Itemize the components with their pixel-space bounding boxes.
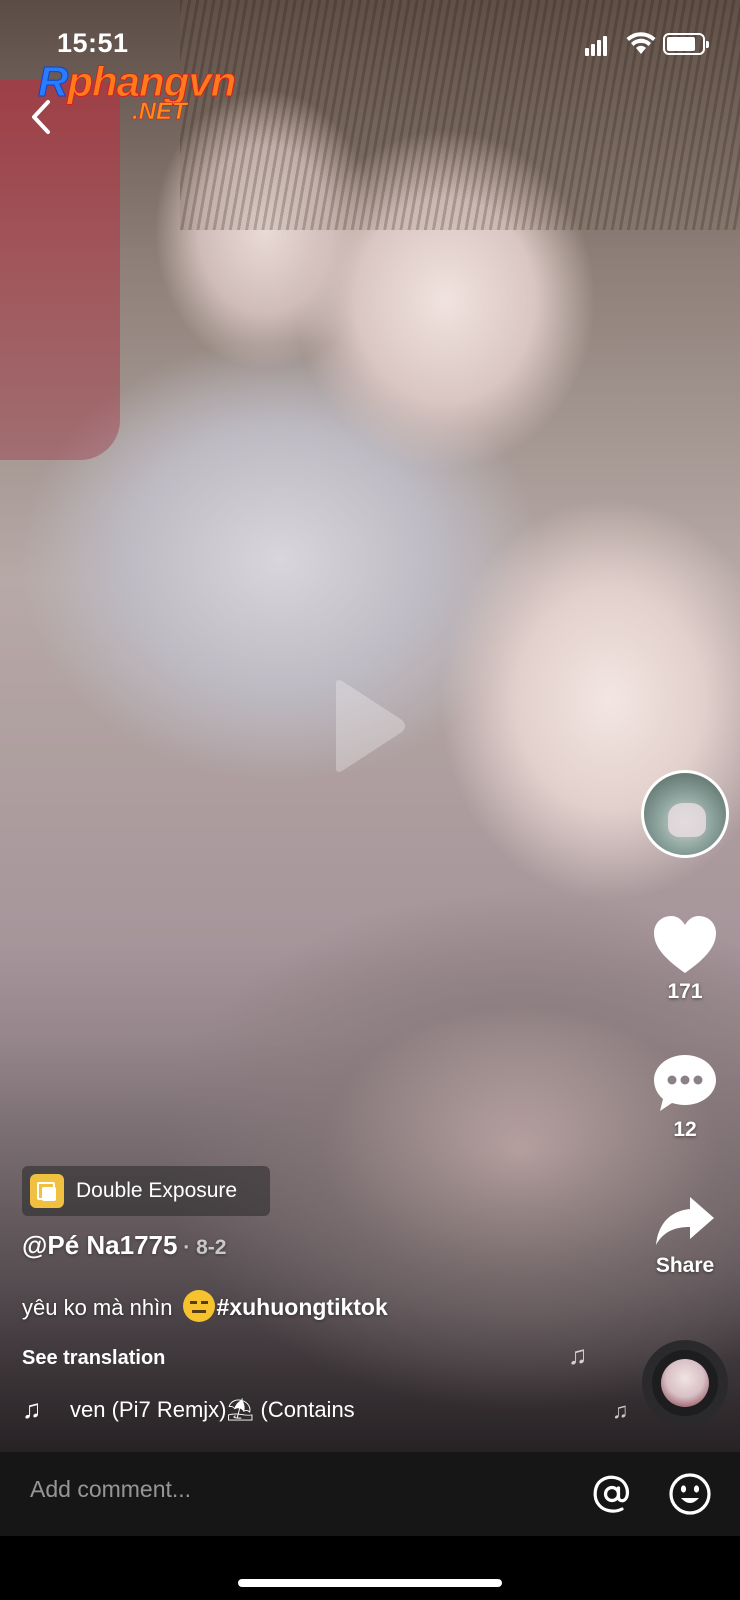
watermark-logo: Rphangvn .NET bbox=[37, 58, 268, 128]
comment-bar: Add comment... bbox=[0, 1452, 740, 1536]
bottom-safe-area bbox=[0, 1536, 740, 1600]
home-indicator[interactable] bbox=[238, 1579, 502, 1587]
signal-icon bbox=[585, 34, 615, 56]
comment-count: 12 bbox=[673, 1118, 697, 1141]
share-arrow-icon bbox=[656, 1197, 714, 1245]
hashtag-link[interactable]: #xuhuongtiktok bbox=[217, 1294, 388, 1320]
at-mention-icon[interactable] bbox=[590, 1472, 634, 1516]
floating-note-icon: ♫ bbox=[612, 1398, 629, 1423]
wifi-icon bbox=[626, 32, 656, 54]
caption-text: yêu ko mà nhìn bbox=[22, 1295, 179, 1320]
like-count: 171 bbox=[667, 980, 703, 1003]
effect-label: Double Exposure bbox=[76, 1179, 238, 1202]
effect-badge[interactable]: Double Exposure bbox=[22, 1166, 270, 1216]
floating-note-icon: ♫ bbox=[568, 1340, 588, 1370]
music-row[interactable]: ♫ ven (Pi7 Remjx)⛱ (Contains bbox=[22, 1394, 392, 1428]
share-button[interactable]: Share bbox=[635, 1193, 735, 1278]
music-note-icon: ♫ bbox=[22, 1394, 42, 1424]
back-button[interactable] bbox=[22, 96, 62, 140]
play-icon[interactable] bbox=[332, 678, 408, 774]
music-disc[interactable] bbox=[642, 1340, 728, 1426]
music-cover-avatar bbox=[661, 1359, 709, 1407]
status-time: 15:51 bbox=[57, 28, 129, 58]
share-label: Share bbox=[655, 1254, 715, 1277]
watermark-domain: .NET bbox=[132, 98, 187, 126]
heart-icon bbox=[654, 916, 716, 973]
chevron-left-icon bbox=[32, 100, 50, 134]
post-author-line[interactable]: @Pé Na1775 · 8-2 bbox=[22, 1230, 226, 1261]
like-button[interactable]: 171 bbox=[635, 915, 735, 1004]
battery-icon bbox=[663, 33, 709, 55]
comment-button[interactable]: 12 bbox=[635, 1053, 735, 1142]
username[interactable]: @Pé Na1775 bbox=[22, 1230, 177, 1260]
post-caption: yêu ko mà nhìn #xuhuongtiktok bbox=[22, 1290, 388, 1322]
creator-avatar[interactable] bbox=[641, 770, 729, 858]
comment-input[interactable]: Add comment... bbox=[30, 1476, 191, 1503]
comment-bubble-icon bbox=[654, 1055, 716, 1111]
double-exposure-icon bbox=[30, 1174, 64, 1208]
emoji-face-icon[interactable] bbox=[668, 1472, 712, 1516]
expressionless-face-icon bbox=[182, 1290, 215, 1322]
music-title: ven (Pi7 Remjx)⛱ (Contains bbox=[70, 1396, 355, 1422]
post-date: · 8-2 bbox=[177, 1236, 227, 1259]
see-translation-link[interactable]: See translation bbox=[22, 1347, 165, 1370]
